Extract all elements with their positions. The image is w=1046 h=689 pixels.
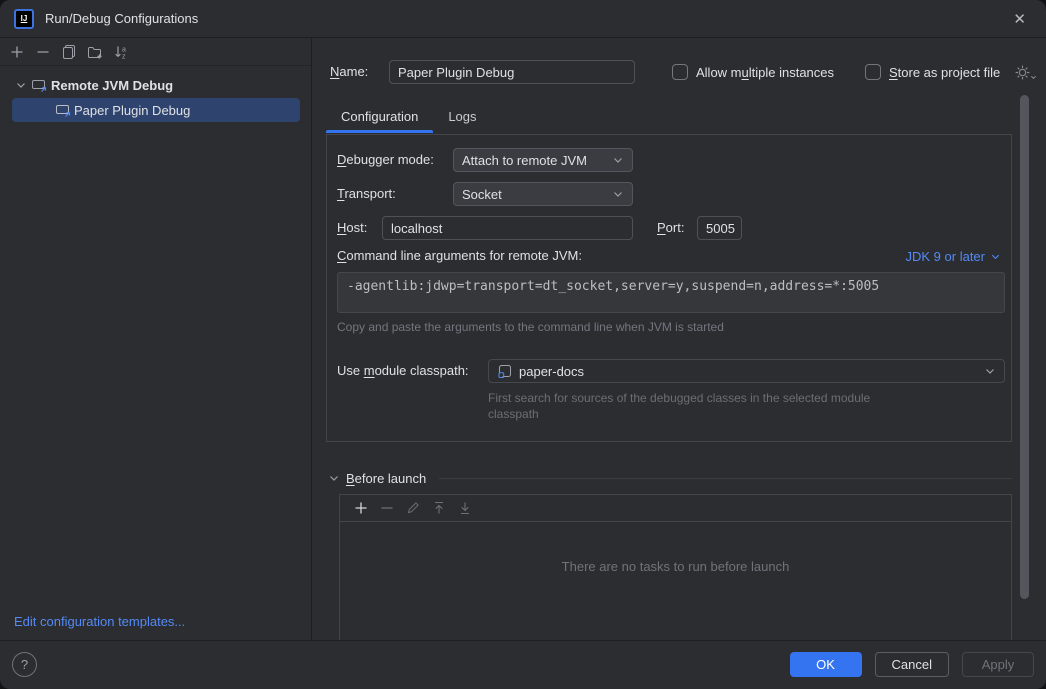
edit-task-pencil-icon[interactable]: [405, 500, 421, 516]
vertical-scrollbar-thumb[interactable]: [1020, 95, 1029, 599]
sidebar-toolbar: az: [0, 38, 311, 66]
debugger-mode-select[interactable]: Attach to remote JVM: [453, 148, 633, 172]
tree-item-label: Paper Plugin Debug: [74, 103, 190, 118]
tab-configuration[interactable]: Configuration: [326, 99, 433, 133]
remove-configuration-icon[interactable]: [35, 44, 51, 60]
before-launch-toolbar: [340, 495, 1011, 522]
host-label: Host:: [337, 216, 367, 240]
chevron-down-icon: [328, 472, 340, 484]
title-bar: IJ Run/Debug Configurations ✕: [0, 0, 1046, 38]
run-debug-configurations-dialog: IJ Run/Debug Configurations ✕ az: [0, 0, 1046, 689]
chevron-down-icon: [984, 365, 996, 377]
svg-text:z: z: [122, 53, 126, 60]
move-task-up-icon[interactable]: [431, 500, 447, 516]
checkbox-icon[interactable]: [672, 64, 688, 80]
configurations-sidebar: az Remote JVM Debug Pape: [0, 38, 312, 640]
name-label: Name:: [330, 59, 368, 85]
port-label: Port:: [657, 216, 684, 240]
debugger-mode-label: Debugger mode:: [337, 148, 434, 172]
configuration-editor: Name: Paper Plugin Debug Allow multiple …: [312, 38, 1046, 640]
command-line-help-text: Copy and paste the arguments to the comm…: [337, 320, 724, 334]
module-icon: [497, 363, 513, 379]
store-as-project-file-label: Store as project file: [889, 65, 1000, 80]
allow-multiple-instances-checkbox[interactable]: Allow multiple instances: [672, 59, 834, 85]
store-settings-gear-icon[interactable]: [1014, 64, 1037, 81]
before-launch-tasks-panel: There are no tasks to run before launch: [339, 494, 1012, 640]
configuration-panel: Debugger mode: Attach to remote JVM Tran…: [326, 134, 1012, 442]
ok-button[interactable]: OK: [790, 652, 862, 677]
host-input[interactable]: localhost: [382, 216, 633, 240]
intellij-logo-icon: IJ: [14, 9, 34, 29]
add-configuration-icon[interactable]: [9, 44, 25, 60]
apply-button: Apply: [962, 652, 1034, 677]
cancel-button[interactable]: Cancel: [875, 652, 949, 677]
dialog-title: Run/Debug Configurations: [45, 11, 198, 26]
chevron-down-icon: [612, 188, 624, 200]
copy-configuration-icon[interactable]: [61, 44, 77, 60]
edit-configuration-templates-link[interactable]: Edit configuration templates...: [14, 614, 185, 629]
remote-config-icon: [55, 102, 71, 118]
tree-group-label: Remote JVM Debug: [51, 78, 173, 93]
store-as-project-file-checkbox[interactable]: Store as project file: [865, 59, 1037, 85]
tree-item-paper-plugin-debug[interactable]: Paper Plugin Debug: [12, 98, 300, 122]
command-line-arguments-field[interactable]: -agentlib:jdwp=transport=dt_socket,serve…: [337, 272, 1005, 313]
tab-logs[interactable]: Logs: [433, 99, 491, 133]
chevron-down-icon: [990, 251, 1001, 262]
move-task-down-icon[interactable]: [457, 500, 473, 516]
chevron-down-icon: [612, 154, 624, 166]
help-button[interactable]: ?: [12, 652, 37, 677]
remote-config-type-icon: [31, 77, 47, 93]
remove-task-icon[interactable]: [379, 500, 395, 516]
name-input[interactable]: Paper Plugin Debug: [389, 60, 635, 84]
editor-tabs: Configuration Logs: [326, 99, 492, 133]
sort-alphabetically-icon[interactable]: az: [113, 44, 129, 60]
checkbox-icon[interactable]: [865, 64, 881, 80]
allow-multiple-instances-label: Allow multiple instances: [696, 65, 834, 80]
module-classpath-label: Use module classpath:: [337, 359, 469, 383]
before-launch-section-header[interactable]: Before launch: [328, 469, 1012, 487]
configuration-tree: Remote JVM Debug Paper Plugin Debug: [0, 66, 311, 122]
dialog-footer: ? OK Cancel Apply: [0, 640, 1046, 687]
section-divider: [439, 478, 1012, 479]
chevron-down-icon: [15, 79, 27, 91]
close-icon[interactable]: ✕: [1007, 8, 1032, 30]
jdk-version-selector[interactable]: JDK 9 or later: [906, 247, 1001, 265]
before-launch-label: Before launch: [346, 471, 426, 486]
add-task-icon[interactable]: [353, 500, 369, 516]
module-classpath-help-text: First search for sources of the debugged…: [488, 390, 873, 422]
tree-group-remote-jvm-debug[interactable]: Remote JVM Debug: [0, 73, 311, 97]
transport-label: Transport:: [337, 182, 396, 206]
command-line-arguments-label: Command line arguments for remote JVM:: [337, 247, 582, 265]
transport-select[interactable]: Socket: [453, 182, 633, 206]
before-launch-empty-text: There are no tasks to run before launch: [340, 559, 1011, 574]
svg-text:a: a: [122, 46, 126, 53]
module-classpath-select[interactable]: paper-docs: [488, 359, 1005, 383]
new-folder-icon[interactable]: [87, 44, 103, 60]
port-input[interactable]: 5005: [697, 216, 742, 240]
